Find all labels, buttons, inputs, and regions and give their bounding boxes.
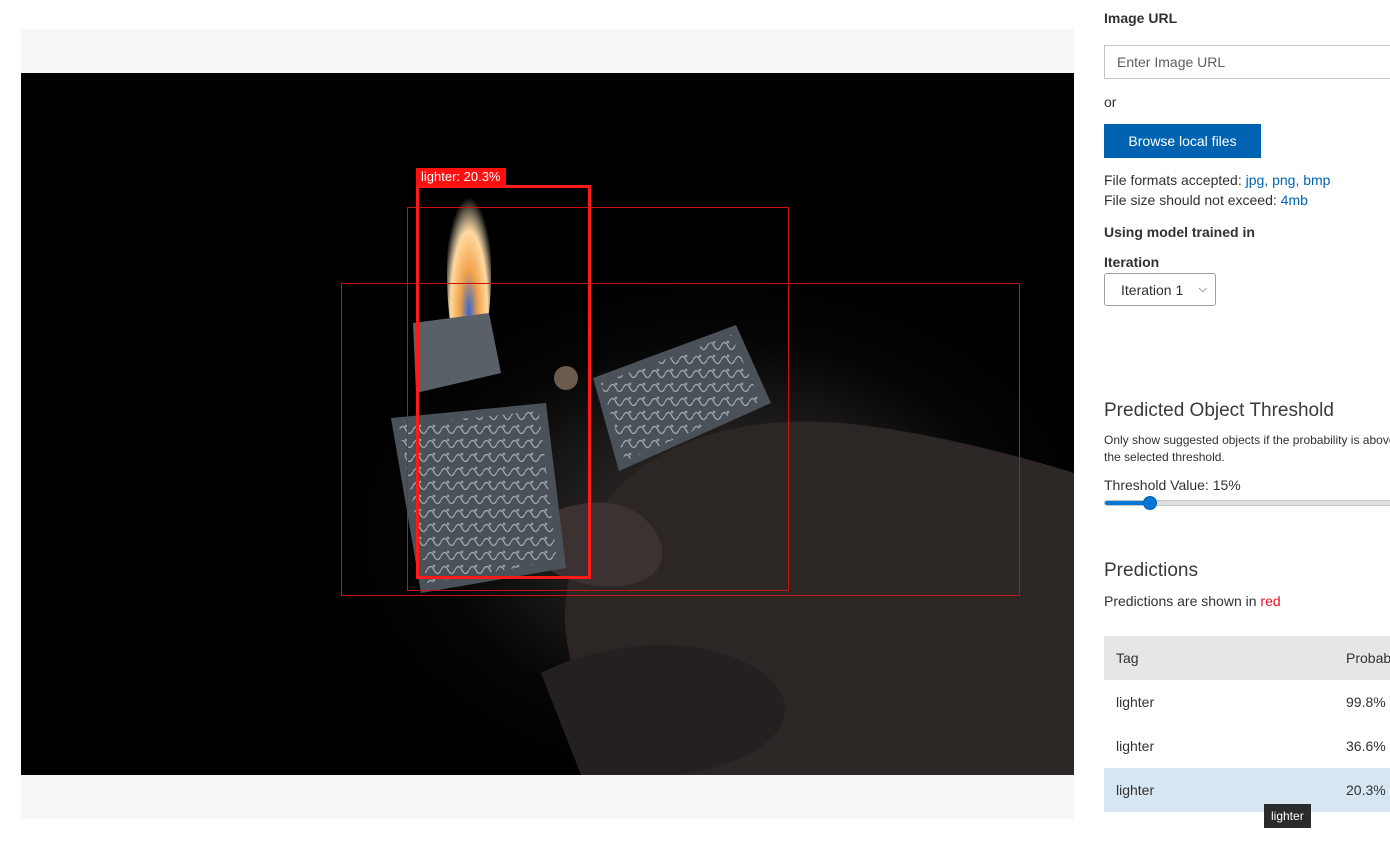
detection-label: lighter: 20.3% [416, 168, 506, 186]
file-size-value: 4mb [1280, 192, 1308, 208]
threshold-title: Predicted Object Threshold [1104, 400, 1334, 421]
predictions-note-color: red [1260, 593, 1281, 609]
row-probability: 99.8% [1346, 694, 1386, 710]
table-header: Tag Probability [1104, 636, 1390, 680]
image-url-label: Image URL [1104, 10, 1178, 26]
uploaded-photo: lighter: 20.3% [21, 73, 1074, 775]
predictions-note: Predictions are shown in red [1104, 593, 1281, 609]
table-row-selected[interactable]: lighter 20.3% [1104, 768, 1390, 812]
file-formats-text: File formats accepted: jpg, png, bmp [1104, 172, 1330, 188]
or-text: or [1104, 94, 1117, 110]
predictions-title: Predictions [1104, 560, 1198, 581]
image-preview-panel: lighter: 20.3% [21, 29, 1074, 819]
file-size-prefix: File size should not exceed: [1104, 192, 1281, 208]
side-panel: Image URL or Browse local files File for… [1104, 0, 1390, 850]
file-formats-link: jpg, png, bmp [1245, 172, 1331, 188]
threshold-slider-thumb[interactable] [1142, 496, 1157, 510]
file-formats-prefix: File formats accepted: [1104, 172, 1246, 188]
row-probability: 36.6% [1346, 738, 1386, 754]
iteration-label: Iteration [1104, 254, 1160, 270]
file-size-text: File size should not exceed: 4mb [1104, 192, 1308, 208]
predictions-note-prefix: Predictions are shown in [1104, 593, 1261, 609]
image-url-input[interactable] [1104, 45, 1390, 79]
threshold-description: Only show suggested objects if the proba… [1104, 433, 1390, 464]
predictions-table: Tag Probability lighter 99.8% lighter 36… [1104, 636, 1390, 812]
chevron-down-icon: ⌵ [1198, 283, 1207, 295]
threshold-slider[interactable] [1104, 496, 1390, 510]
browse-local-files-button[interactable]: Browse local files [1104, 124, 1261, 158]
column-header-probability[interactable]: Probability [1346, 636, 1390, 680]
row-probability: 20.3% [1346, 782, 1386, 798]
iteration-select[interactable]: Iteration 1 ⌵ [1104, 273, 1216, 306]
row-tag: lighter [1116, 694, 1155, 710]
detection-box-selected[interactable]: lighter: 20.3% [416, 168, 591, 579]
column-header-tag[interactable]: Tag [1116, 636, 1139, 680]
threshold-value-label: Threshold Value: 15% [1104, 477, 1241, 493]
table-row[interactable]: lighter 36.6% [1104, 724, 1390, 768]
row-tag: lighter [1116, 782, 1155, 798]
model-label: Using model trained in [1104, 224, 1255, 240]
iteration-selected-value: Iteration 1 [1121, 281, 1184, 298]
row-tag: lighter [1116, 738, 1155, 754]
table-row[interactable]: lighter 99.8% [1104, 680, 1390, 724]
tag-tooltip: lighter [1264, 804, 1311, 828]
